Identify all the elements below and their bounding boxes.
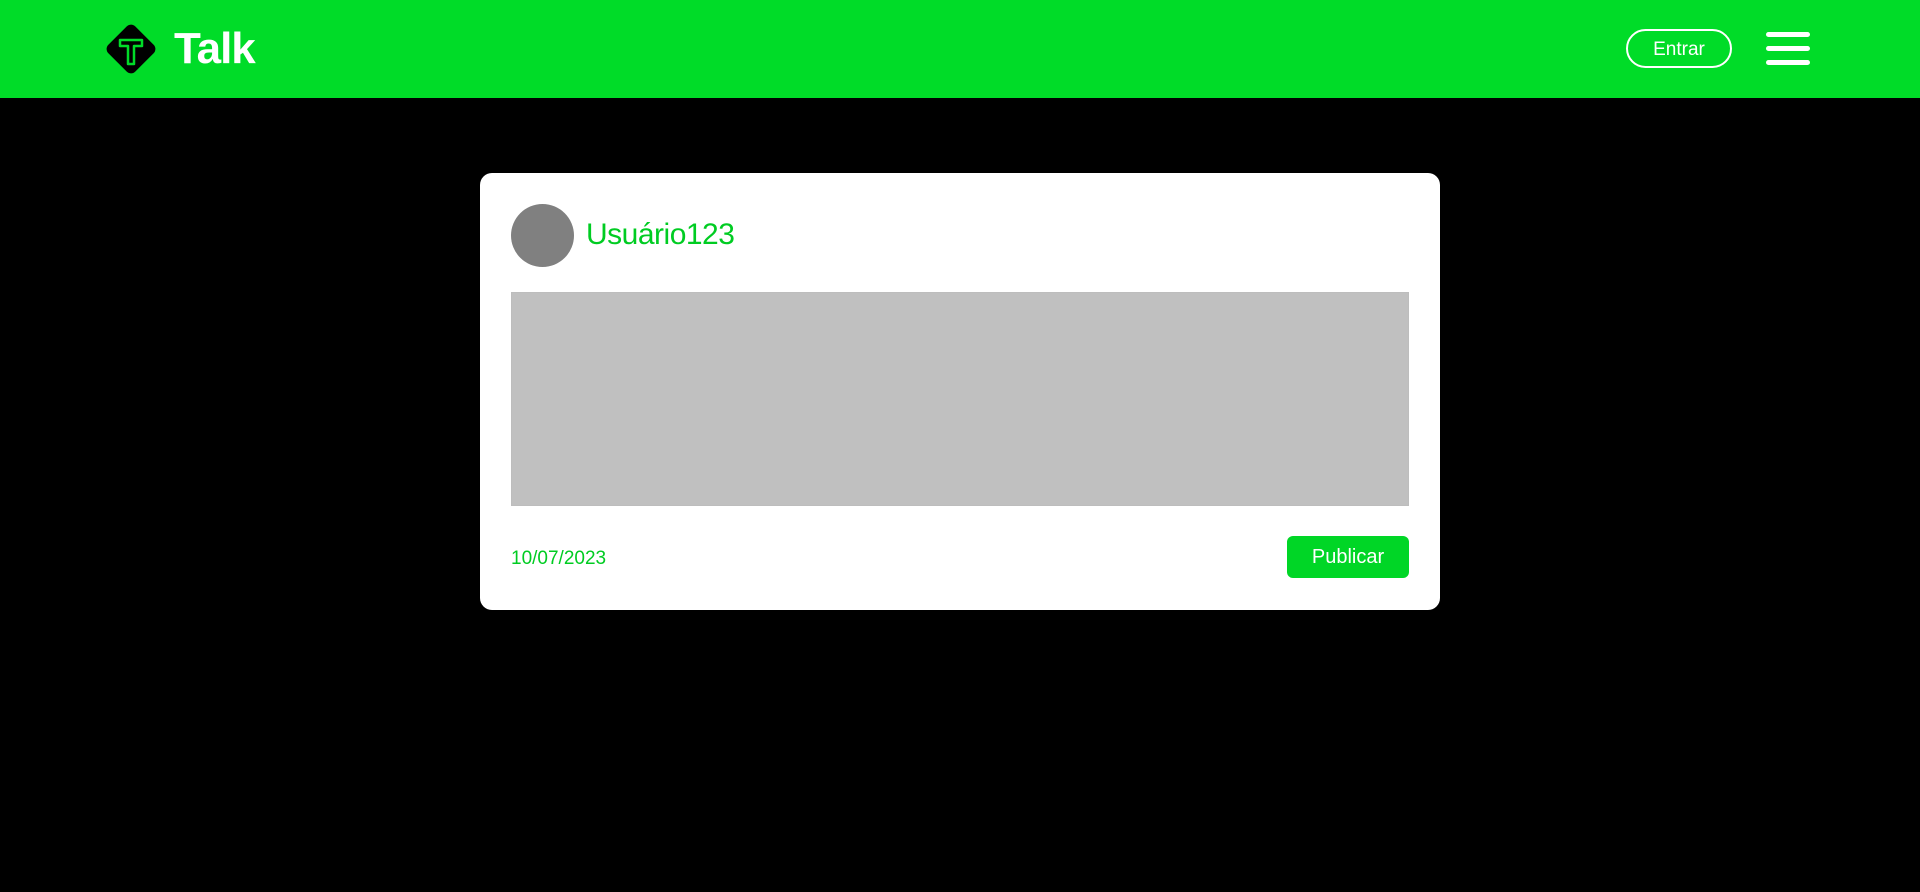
login-button[interactable]: Entrar <box>1626 29 1732 68</box>
post-text-input[interactable] <box>511 292 1409 506</box>
hamburger-menu-icon[interactable] <box>1766 30 1810 68</box>
avatar <box>511 204 574 267</box>
username: Usuário123 <box>586 218 735 251</box>
post-date: 10/07/2023 <box>511 548 607 569</box>
publish-button[interactable]: Publicar <box>1287 536 1409 578</box>
top-navigation-bar: Talk Entrar <box>0 0 1920 98</box>
logo-icon[interactable] <box>102 20 160 78</box>
new-post-card: Usuário123 10/07/2023 Publicar <box>480 173 1440 610</box>
brand-name[interactable]: Talk <box>174 22 256 76</box>
